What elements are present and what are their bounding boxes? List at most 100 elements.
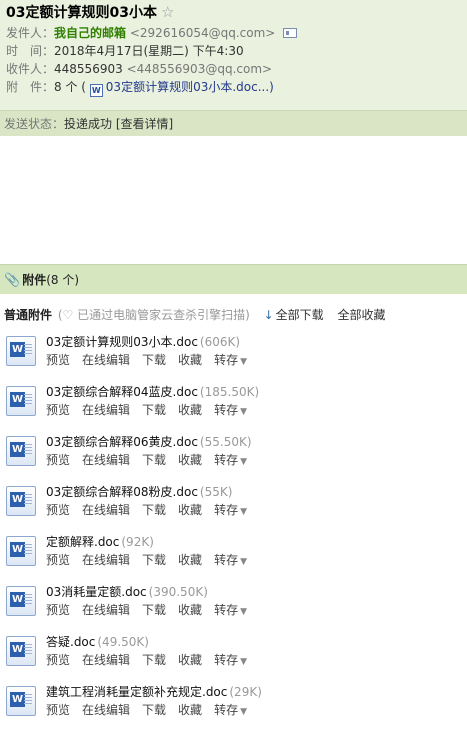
download-link[interactable]: 下载 [142,503,166,517]
file-name[interactable]: 03定额综合解释08粉皮.doc [46,485,198,499]
sender-name[interactable]: 我自己的邮箱 [54,26,126,40]
word-doc-icon[interactable]: W [6,386,36,416]
online-edit-link[interactable]: 在线编辑 [82,403,130,417]
save-link[interactable]: 收藏 [178,553,202,567]
file-name-row: 03定额综合解释06黄皮.doc (55.50K) [46,433,252,451]
file-actions: 预览 在线编辑 下载 收藏 转存 ▼ [46,601,259,619]
word-doc-icon[interactable]: W [6,486,36,516]
attachments-section-header: 📎 附件(8 个) [0,264,467,294]
attachments-title: 附件 [22,273,47,287]
download-link[interactable]: 下载 [142,703,166,717]
file-name-row: 建筑工程消耗量定额补充规定.doc (29K) [46,683,262,701]
file-size: (55.50K) [199,435,252,449]
save-link[interactable]: 收藏 [178,403,202,417]
attachments-toolbar: 普通附件 (♡ 已通过电脑管家云查杀引擎扫描) ↓ 全部下载 全部收藏 [0,304,467,326]
file-name[interactable]: 03定额综合解释04蓝皮.doc [46,385,198,399]
word-doc-icon[interactable]: W [6,536,36,566]
save-link[interactable]: 收藏 [178,503,202,517]
preview-link[interactable]: 预览 [46,553,70,567]
contact-card-icon[interactable] [283,28,298,38]
send-status-label: 发送状态： [4,117,65,131]
preview-link[interactable]: 预览 [46,453,70,467]
download-link[interactable]: 下载 [142,603,166,617]
time-row: 时 间：2018年4月17日(星期二) 下午4:30 [6,42,461,60]
chevron-down-icon: ▼ [240,707,247,717]
preview-link[interactable]: 预览 [46,703,70,717]
forward-dropdown[interactable]: 转存 ▼ [214,353,247,367]
forward-dropdown[interactable]: 转存 ▼ [214,653,247,667]
file-size: (185.50K) [199,385,260,399]
forward-dropdown[interactable]: 转存 ▼ [214,453,247,467]
preview-link[interactable]: 预览 [46,353,70,367]
download-link[interactable]: 下载 [142,653,166,667]
forward-dropdown[interactable]: 转存 ▼ [214,603,247,617]
word-doc-icon[interactable]: W [6,686,36,716]
recipient-name[interactable]: 448556903 [54,62,123,76]
sender-row: 发件人：我自己的邮箱 <292616054@qq.com> [6,24,461,42]
download-link[interactable]: 下载 [142,353,166,367]
recipient-row: 收件人：448556903 <448556903@qq.com> [6,60,461,78]
word-doc-icon[interactable]: W [6,436,36,466]
star-icon[interactable]: ☆ [161,3,174,21]
file-size: (390.50K) [148,585,208,599]
recipient-address: <448556903@qq.com> [126,62,273,76]
download-arrow-icon: ↓ [263,308,274,322]
attachments-label: 附 件： [6,80,55,94]
save-link[interactable]: 收藏 [178,703,202,717]
online-edit-link[interactable]: 在线编辑 [82,503,130,517]
save-link[interactable]: 收藏 [178,453,202,467]
word-doc-icon[interactable]: W [6,336,36,366]
subject-text: 03定额计算规则03小本 [6,5,157,21]
chevron-down-icon: ▼ [240,607,247,617]
word-doc-icon[interactable]: W [6,586,36,616]
forward-dropdown[interactable]: 转存 ▼ [214,703,247,717]
file-name[interactable]: 03定额计算规则03小本.doc [46,335,198,349]
file-actions: 预览 在线编辑 下载 收藏 转存 ▼ [46,451,259,469]
forward-dropdown[interactable]: 转存 ▼ [214,553,247,567]
file-name-row: 03消耗量定额.doc (390.50K) [46,583,208,601]
forward-label: 转存 [214,703,239,717]
download-link[interactable]: 下载 [142,453,166,467]
download-link[interactable]: 下载 [142,553,166,567]
view-details-link[interactable]: [查看详情] [116,117,173,131]
save-link[interactable]: 收藏 [178,653,202,667]
file-actions: 预览 在线编辑 下载 收藏 转存 ▼ [46,651,259,669]
online-edit-link[interactable]: 在线编辑 [82,653,130,667]
online-edit-link[interactable]: 在线编辑 [82,553,130,567]
email-subject: 03定额计算规则03小本 ☆ [6,4,461,24]
online-edit-link[interactable]: 在线编辑 [82,703,130,717]
attachment-item: W 03定额计算规则03小本.doc (606K) 预览 在线编辑 下载 收藏 转存 ▼ [0,331,467,381]
download-link[interactable]: 下载 [142,403,166,417]
attachments-first-file-link[interactable]: 03定额计算规则03小本.doc...) [106,80,274,94]
time-label: 时 间： [6,44,55,58]
word-doc-icon[interactable]: W [6,636,36,666]
file-name[interactable]: 建筑工程消耗量定额补充规定.doc [46,685,227,699]
forward-dropdown[interactable]: 转存 ▼ [214,403,247,417]
online-edit-link[interactable]: 在线编辑 [82,603,130,617]
send-status-bar: 发送状态：投递成功 [查看详情] [0,110,467,136]
file-name[interactable]: 03消耗量定额.doc [46,585,147,599]
forward-dropdown[interactable]: 转存 ▼ [214,503,247,517]
attachments-count: 8 个 ( [54,80,86,94]
save-link[interactable]: 收藏 [178,353,202,367]
save-all-button[interactable]: 全部收藏 [338,308,386,322]
file-name[interactable]: 03定额综合解释06黄皮.doc [46,435,198,449]
file-name[interactable]: 答疑.doc [46,635,95,649]
attachment-item: W 03定额综合解释06黄皮.doc (55.50K) 预览 在线编辑 下载 收藏 转存 ▼ [0,431,467,481]
preview-link[interactable]: 预览 [46,653,70,667]
attachments-meta-row: 附 件：8 个 ( W 03定额计算规则03小本.doc...) [6,78,461,97]
attachment-item: W 03消耗量定额.doc (390.50K) 预览 在线编辑 下载 收藏 转存 ▼ [0,581,467,631]
file-size: (92K) [121,535,154,549]
save-link[interactable]: 收藏 [178,603,202,617]
file-name-row: 03定额综合解释08粉皮.doc (55K) [46,483,232,501]
preview-link[interactable]: 预览 [46,403,70,417]
preview-link[interactable]: 预览 [46,503,70,517]
online-edit-link[interactable]: 在线编辑 [82,353,130,367]
download-all-button[interactable]: ↓ 全部下载 [264,308,324,322]
file-name[interactable]: 定额解释.doc [46,535,119,549]
online-edit-link[interactable]: 在线编辑 [82,453,130,467]
file-actions: 预览 在线编辑 下载 收藏 转存 ▼ [46,351,259,369]
email-header: 03定额计算规则03小本 ☆ 发件人：我自己的邮箱 <292616054@qq.c… [0,0,467,110]
file-name-row: 答疑.doc (49.50K) [46,633,149,651]
preview-link[interactable]: 预览 [46,603,70,617]
